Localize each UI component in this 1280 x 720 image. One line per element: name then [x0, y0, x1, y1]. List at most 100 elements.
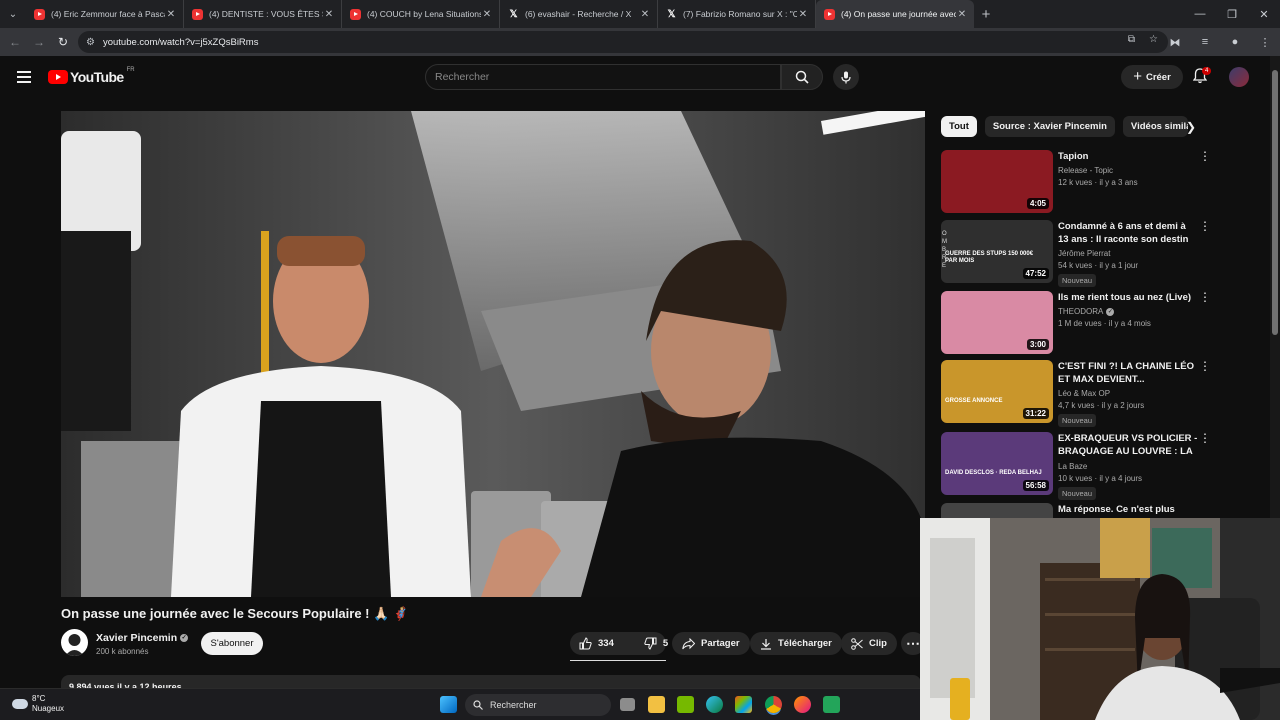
- recommended-video[interactable]: 4:05 Tapion Release - Topic 12 k vues · il …: [941, 150, 1221, 214]
- video-title[interactable]: Ma réponse. Ce n'est plus: [1058, 503, 1198, 516]
- video-info: Tapion Release - Topic 12 k vues · il y a …: [1058, 150, 1198, 187]
- cloud-icon: [12, 699, 28, 709]
- tab-close-icon[interactable]: ✕: [165, 9, 177, 20]
- video-title[interactable]: EX-BRAQUEUR VS POLICIER - BRAQUAGE AU LO…: [1058, 432, 1198, 459]
- nvidia-icon[interactable]: [677, 696, 694, 713]
- maximize-icon[interactable]: ❐: [1216, 8, 1248, 21]
- browser-tab[interactable]: (4) DENTISTE : VOUS ÊTES SALE✕: [184, 0, 342, 28]
- chevron-right-icon[interactable]: ❯: [1186, 120, 1196, 134]
- browser-tab[interactable]: (4) Eric Zemmour face à Pascal ✕: [26, 0, 184, 28]
- video-thumbnail[interactable]: DAVID DESCLOS · REDA BELHAJ 56:58: [941, 432, 1053, 495]
- video-title[interactable]: C'EST FINI ?! LA CHAINE LÉO ET MAX DEVIE…: [1058, 360, 1198, 386]
- more-options-icon[interactable]: ⋮: [1199, 432, 1211, 444]
- install-app-icon[interactable]: ⧉: [1128, 34, 1135, 45]
- browser-menu-icon[interactable]: ⋮: [1250, 36, 1280, 49]
- recommended-video[interactable]: GROSSE ANNONCE 31:22 C'EST FINI ?! LA CHAI…: [941, 360, 1221, 427]
- recommended-video[interactable]: 3:00 Ils me rient tous au nez (Live) THEOD…: [941, 291, 1221, 355]
- discord-icon[interactable]: [823, 696, 840, 713]
- video-channel[interactable]: Léo & Max OP: [1058, 389, 1198, 398]
- video-duration: 31:22: [1022, 408, 1049, 419]
- tab-close-icon[interactable]: ✕: [639, 9, 651, 20]
- chip-similar[interactable]: Vidéos similaires: [1122, 116, 1188, 137]
- video-title[interactable]: Ils me rient tous au nez (Live): [1058, 291, 1198, 304]
- tab-close-icon[interactable]: ✕: [797, 9, 809, 20]
- thumbnail-side-text: OMBRE: [942, 231, 947, 269]
- clip-button[interactable]: Clip: [841, 632, 897, 655]
- profile-icon[interactable]: ●: [1220, 36, 1250, 48]
- subscribe-button[interactable]: S'abonner: [201, 632, 263, 655]
- taskbar-search[interactable]: Rechercher: [465, 694, 611, 716]
- more-options-icon[interactable]: ⋮: [1199, 360, 1211, 372]
- bookmark-star-icon[interactable]: ☆: [1149, 34, 1158, 45]
- tab-close-icon[interactable]: ✕: [481, 9, 493, 20]
- channel-name-link[interactable]: Xavier Pincemin ✓: [96, 632, 189, 644]
- video-title[interactable]: Tapion: [1058, 150, 1198, 163]
- download-button[interactable]: Télécharger: [750, 632, 842, 655]
- youtube-favicon-icon: [824, 8, 835, 20]
- recommended-video[interactable]: DAVID DESCLOS · REDA BELHAJ 56:58 EX-BRAQU…: [941, 432, 1221, 500]
- more-actions-icon: ⋯: [906, 635, 920, 651]
- share-button[interactable]: Partager: [672, 632, 750, 655]
- create-button[interactable]: + Créer: [1121, 65, 1183, 89]
- download-label: Télécharger: [778, 638, 832, 649]
- back-icon[interactable]: ←: [3, 35, 27, 49]
- like-button[interactable]: 334: [570, 632, 623, 655]
- browser-tab[interactable]: 𝕏 (7) Fabrizio Romano sur X : "Ca ✕: [658, 0, 816, 28]
- file-explorer-icon[interactable]: [648, 696, 665, 713]
- more-options-icon[interactable]: ⋮: [1199, 220, 1211, 232]
- tab-title: (7) Fabrizio Romano sur X : "Ca: [683, 9, 797, 19]
- reload-icon[interactable]: ↻: [51, 35, 75, 49]
- video-player[interactable]: [61, 111, 925, 597]
- video-channel[interactable]: THEODORA ✓: [1058, 307, 1198, 316]
- tab-close-icon[interactable]: ✕: [323, 9, 335, 20]
- webcam-image: [920, 518, 1280, 720]
- channel-label: Léo & Max OP: [1058, 389, 1111, 398]
- scrollbar-thumb[interactable]: [1272, 70, 1278, 335]
- site-info-icon[interactable]: ⚙: [86, 37, 95, 48]
- forward-icon[interactable]: →: [27, 35, 51, 49]
- video-channel[interactable]: Jérôme Pierrat: [1058, 249, 1198, 258]
- video-title[interactable]: Condamné à 6 ans et demi à 13 ans : Il r…: [1058, 220, 1198, 246]
- firefox-icon[interactable]: [794, 696, 811, 713]
- extensions-icon[interactable]: ⧓: [1160, 36, 1190, 49]
- new-tab-icon[interactable]: +: [974, 6, 998, 23]
- chip-all[interactable]: Tout: [941, 116, 977, 137]
- video-channel[interactable]: Release - Topic: [1058, 166, 1198, 175]
- menu-hamburger-icon[interactable]: [17, 71, 31, 83]
- video-info: Condamné à 6 ans et demi à 13 ans : Il r…: [1058, 220, 1198, 288]
- tab-close-icon[interactable]: ✕: [956, 9, 968, 20]
- temperature: 8°C: [32, 694, 46, 703]
- youtube-logo[interactable]: YouTube FR: [48, 67, 135, 85]
- minimize-icon[interactable]: —: [1184, 8, 1216, 20]
- chip-source[interactable]: Source : Xavier Pincemin: [984, 116, 1115, 137]
- tab-search-icon[interactable]: ⌄: [0, 0, 26, 28]
- channel-avatar[interactable]: [61, 629, 88, 656]
- channel-label: Release - Topic: [1058, 166, 1113, 175]
- account-avatar[interactable]: [1229, 67, 1249, 87]
- video-thumbnail[interactable]: 3:00: [941, 291, 1053, 354]
- recommended-video[interactable]: GUERRE DES STUPS 150 000€ PAR MOIS OMBRE 4…: [941, 220, 1221, 287]
- tab-title: (4) COUCH by Lena Situations: [367, 9, 481, 19]
- task-view-icon[interactable]: [620, 698, 635, 711]
- edge-icon[interactable]: [706, 696, 723, 713]
- video-thumbnail[interactable]: 4:05: [941, 150, 1053, 213]
- more-options-icon[interactable]: ⋮: [1199, 150, 1211, 162]
- address-bar[interactable]: ⚙ youtube.com/watch?v=j5xZQsBiRms ⧉ ☆: [78, 31, 1168, 53]
- browser-tab[interactable]: 𝕏 (6) evashair - Recherche / X ✕: [500, 0, 658, 28]
- browser-tab[interactable]: (4) COUCH by Lena Situations ✕: [342, 0, 500, 28]
- search-input[interactable]: Rechercher: [425, 64, 781, 90]
- more-options-icon[interactable]: ⋮: [1199, 291, 1211, 303]
- windows-start-icon[interactable]: [440, 696, 457, 713]
- search-button[interactable]: [781, 64, 823, 90]
- video-thumbnail[interactable]: GROSSE ANNONCE 31:22: [941, 360, 1053, 423]
- weather-widget[interactable]: 8°C Nuageux: [12, 694, 64, 714]
- chrome-icon[interactable]: [765, 696, 782, 713]
- video-channel[interactable]: La Baze: [1058, 462, 1198, 471]
- voice-search-button[interactable]: [833, 64, 859, 90]
- browser-tab[interactable]: (4) On passe une journée avec ✕: [816, 0, 974, 28]
- media-icon[interactable]: ≡: [1190, 36, 1220, 48]
- close-window-icon[interactable]: ✕: [1248, 8, 1280, 21]
- store-icon[interactable]: [735, 696, 752, 713]
- video-thumbnail[interactable]: GUERRE DES STUPS 150 000€ PAR MOIS OMBRE 4…: [941, 220, 1053, 283]
- dislike-button[interactable]: 5: [635, 632, 677, 655]
